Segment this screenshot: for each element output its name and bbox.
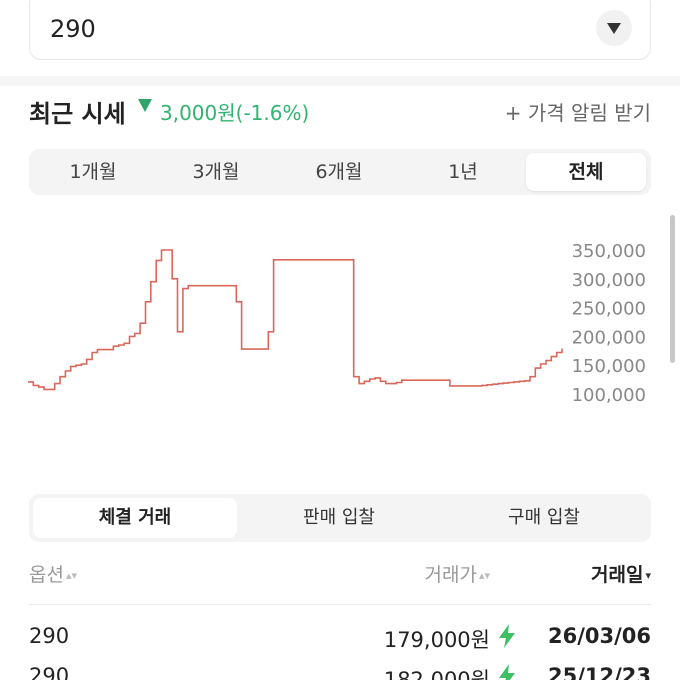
y-tick-label: 300,000	[572, 270, 646, 291]
bolt-icon	[499, 664, 515, 680]
sort-icon: ▴▾	[65, 569, 78, 582]
option-column-header[interactable]: 옵션 ▴▾	[29, 560, 77, 587]
sort-desc-icon: ▾	[645, 569, 651, 582]
price-chart-svg: 350,000 300,000 250,000 200,000 150,000 100,0…	[28, 241, 646, 406]
sort-icon: ▴▾	[478, 569, 490, 582]
y-tick-label: 150,000	[572, 356, 646, 377]
recent-price-title: 최근 시세	[29, 100, 126, 128]
table-row: 290 182,000원 25/12/23	[29, 664, 651, 680]
chevron-down-icon[interactable]	[596, 10, 632, 46]
table-row: 290 179,000원 26/03/06	[29, 624, 651, 656]
size-select-value: 290	[50, 15, 96, 43]
row-date: 26/03/06	[547, 624, 651, 648]
recent-price-header: 최근 시세 3,000원(-1.6%) + 가격 알림 받기	[29, 93, 651, 129]
period-tabs: 1개월 3개월 6개월 1년 전체	[29, 149, 651, 195]
row-price: 179,000원	[383, 628, 490, 652]
price-change: 3,000원(-1.6%)	[160, 101, 310, 125]
date-header-label: 거래일	[591, 564, 644, 586]
date-column-header[interactable]: 거래일 ▾	[591, 560, 651, 587]
tab-completed-trades[interactable]: 체결 거래	[33, 498, 237, 538]
down-arrow-icon	[138, 99, 152, 112]
tab-1-year[interactable]: 1년	[403, 153, 523, 191]
y-tick-label: 350,000	[572, 241, 646, 262]
tab-buy-bids[interactable]: 구매 입찰	[441, 498, 647, 538]
price-header-label: 거래가	[424, 564, 477, 586]
row-date: 25/12/23	[547, 664, 651, 680]
size-select[interactable]: 290	[29, 0, 651, 60]
row-option: 290	[29, 624, 70, 648]
y-tick-label: 250,000	[572, 299, 646, 320]
price-column-header[interactable]: 거래가 ▴▾	[425, 560, 491, 587]
y-tick-label: 200,000	[572, 327, 646, 348]
tab-1-month[interactable]: 1개월	[33, 153, 153, 191]
tab-sell-bids[interactable]: 판매 입찰	[237, 498, 441, 538]
table-divider	[29, 604, 651, 605]
trade-tabs: 체결 거래 판매 입찰 구매 입찰	[29, 494, 651, 542]
option-header-label: 옵션	[29, 564, 64, 586]
section-divider	[0, 76, 680, 86]
price-series-line	[28, 249, 563, 391]
row-option: 290	[29, 664, 70, 680]
y-tick-label: 100,000	[572, 385, 646, 406]
row-price: 182,000원	[383, 668, 490, 680]
bolt-icon	[499, 624, 515, 648]
tab-all[interactable]: 전체	[526, 153, 646, 191]
tab-6-months[interactable]: 6개월	[279, 153, 399, 191]
trade-table-header: 옵션 ▴▾ 거래가 ▴▾ 거래일 ▾	[29, 560, 651, 592]
price-chart: 350,000 300,000 250,000 200,000 150,000 100,0…	[0, 230, 680, 430]
tab-3-months[interactable]: 3개월	[156, 153, 276, 191]
price-alert-button[interactable]: + 가격 알림 받기	[505, 97, 651, 126]
scrollbar[interactable]	[670, 215, 675, 363]
